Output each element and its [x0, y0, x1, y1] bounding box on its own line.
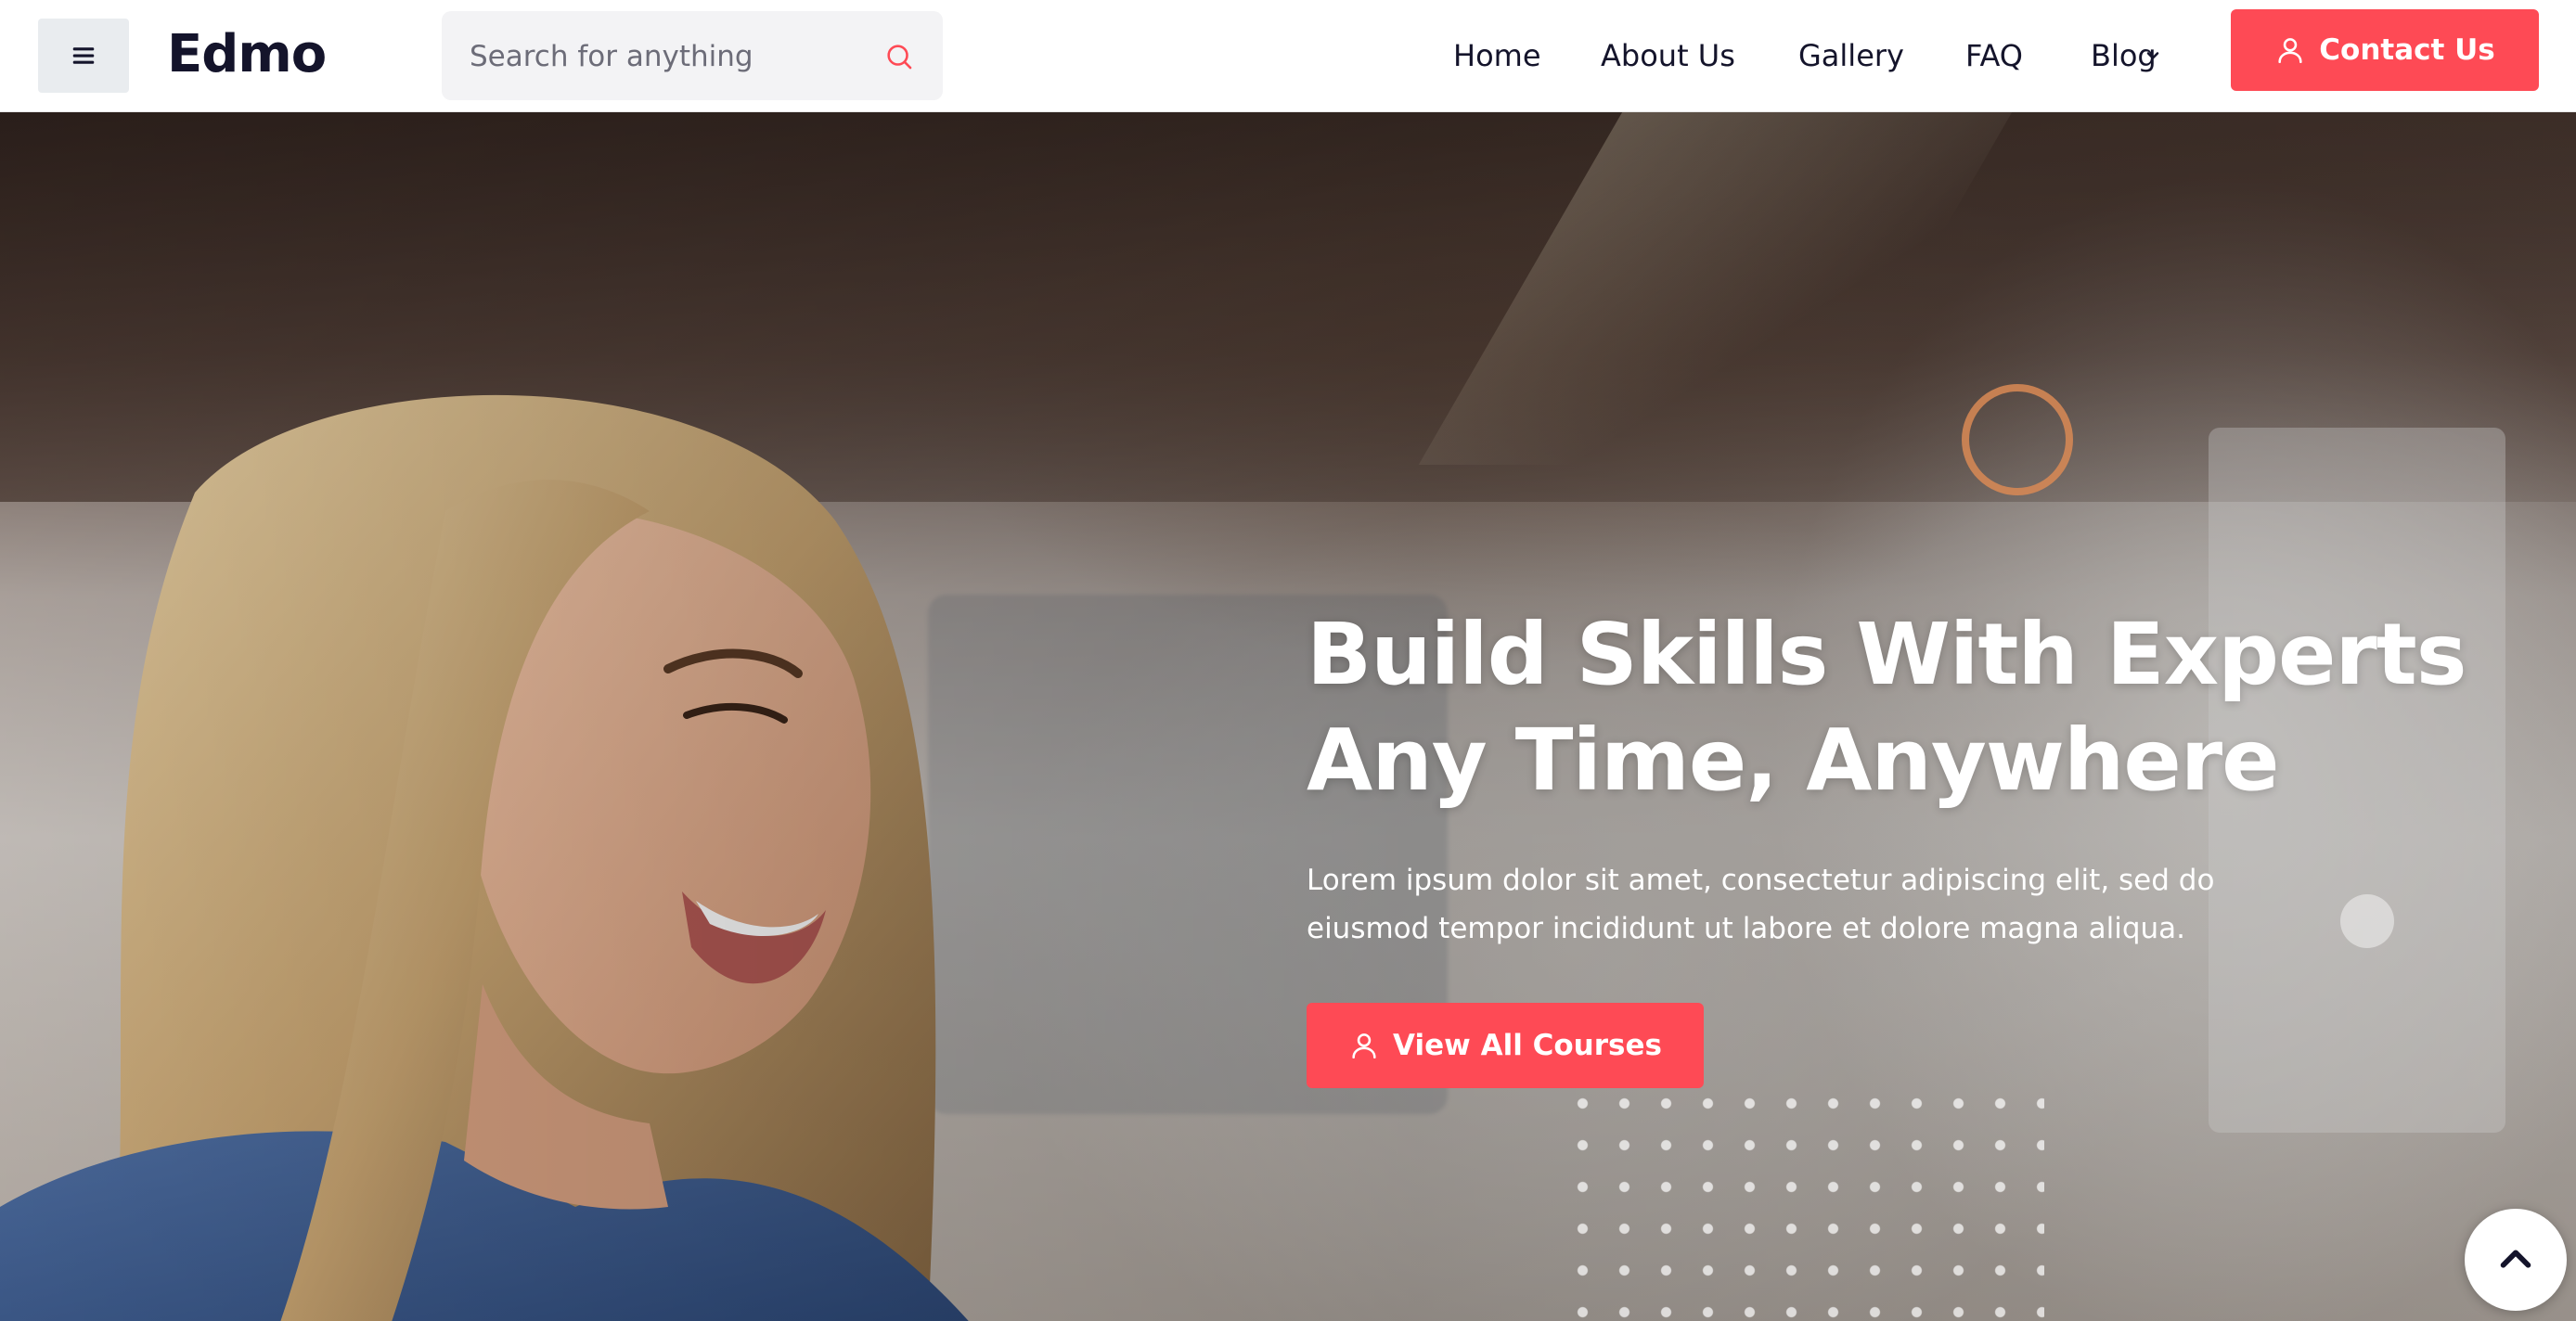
nav-item-home[interactable]: Home	[1453, 28, 1541, 83]
hero-description-line-1: Lorem ipsum dolor sit amet, consectetur …	[1307, 864, 2215, 897]
search-icon	[887, 45, 912, 70]
search-box	[442, 11, 943, 100]
decorative-ring-shape	[1962, 384, 2073, 495]
hamburger-menu-icon	[72, 47, 95, 64]
view-all-courses-button[interactable]: View All Courses	[1307, 1003, 1704, 1088]
hero-description: Lorem ipsum dolor sit amet, consectetur …	[1307, 856, 2235, 953]
decorative-dot-shape	[2340, 894, 2394, 948]
user-icon	[1352, 1033, 1376, 1059]
site-logo[interactable]: Edmo	[167, 22, 327, 87]
chevron-up-icon	[2500, 1250, 2531, 1268]
search-input[interactable]	[470, 37, 859, 76]
hero-title-line-1: Build Skills With Experts	[1307, 605, 2467, 704]
contact-us-button[interactable]: Contact Us	[2231, 9, 2539, 91]
nav-item-gallery[interactable]: Gallery	[1798, 28, 1904, 83]
chevron-down-icon	[2146, 52, 2159, 59]
user-icon	[2278, 38, 2302, 64]
scroll-to-top-button[interactable]	[2465, 1209, 2567, 1311]
hero-section: Build Skills With Experts Any Time, Anyw…	[0, 112, 2576, 1321]
decorative-dot-grid	[1562, 1083, 2044, 1321]
nav-item-faq[interactable]: FAQ	[1965, 28, 2023, 83]
nav-item-about-us[interactable]: About Us	[1601, 28, 1735, 83]
contact-us-label: Contact Us	[2319, 33, 2495, 67]
menu-toggle-button[interactable]	[38, 19, 129, 93]
hero-title: Build Skills With Experts Any Time, Anyw…	[1307, 602, 2476, 814]
hero-title-line-2: Any Time, Anywhere	[1307, 711, 2280, 810]
search-button[interactable]	[880, 37, 919, 76]
hero-description-line-2: eiusmod tempor incididunt ut labore et d…	[1307, 912, 2185, 945]
site-header: Edmo Home About Us Gallery FAQ Blog Cont…	[0, 0, 2576, 112]
view-all-courses-label: View All Courses	[1393, 1029, 1662, 1062]
